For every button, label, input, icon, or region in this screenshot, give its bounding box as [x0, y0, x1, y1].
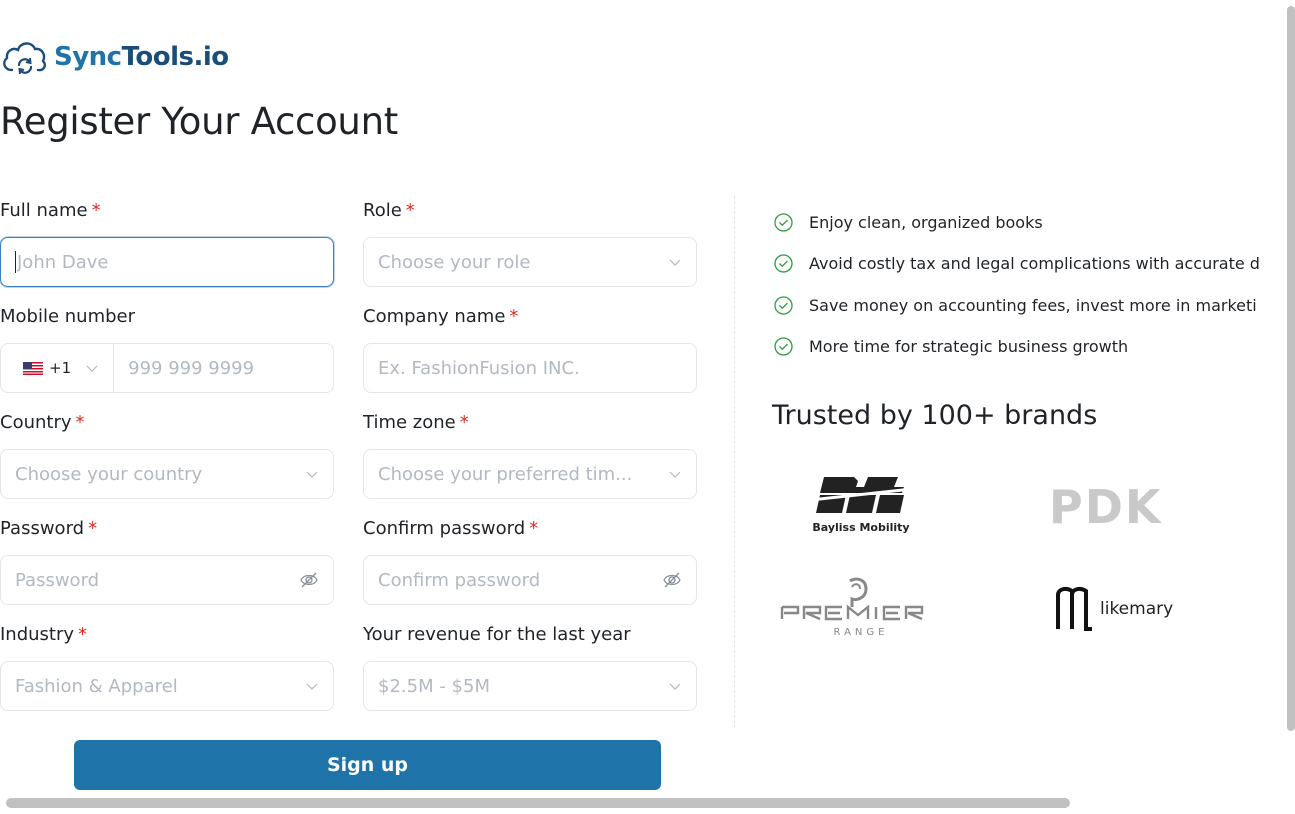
country-placeholder: Choose your country [15, 463, 203, 485]
benefit-text: Enjoy clean, organized books [809, 212, 1043, 232]
list-item: More time for strategic business growth [773, 333, 1278, 361]
full-name-label: Full name * [0, 200, 101, 221]
timezone-placeholder: Choose your preferred tim... [378, 463, 633, 485]
full-name-input[interactable] [17, 251, 319, 273]
cloud-sync-icon [3, 42, 46, 75]
likemary-text: likemary [1100, 599, 1174, 619]
eye-off-icon[interactable] [299, 570, 319, 590]
brand-name-sync: Sync [54, 42, 122, 72]
country-select[interactable]: Choose your country [0, 449, 334, 499]
brand-name: SyncTools.io [54, 42, 229, 72]
likemary-logo: likemary [1054, 585, 1173, 633]
bayliss-mobility-text: Bayliss Mobility [812, 521, 910, 534]
horizontal-scrollbar[interactable] [6, 798, 1070, 808]
country-field: Country * Choose your country [0, 411, 334, 499]
industry-field: Industry * Fashion & Apparel [0, 623, 334, 711]
check-circle-icon [774, 295, 793, 315]
brand-name-tools: Tools.io [121, 42, 230, 72]
chevron-down-icon [669, 471, 681, 478]
role-label: Role * [363, 200, 415, 221]
company-field: Company name * [363, 305, 697, 393]
text-cursor [15, 251, 16, 273]
mobile-label: Mobile number [0, 306, 136, 327]
full-name-input-box[interactable] [0, 237, 334, 287]
revenue-select[interactable]: $2.5M - $5M [363, 661, 697, 711]
timezone-label: Time zone * [363, 412, 469, 433]
logo: SyncTools.io [0, 36, 229, 78]
industry-label: Industry * [0, 624, 88, 645]
password-field: Password * [0, 517, 334, 605]
us-flag-icon [23, 361, 43, 375]
sign-up-button[interactable]: Sign up [74, 740, 661, 790]
confirm-password-input[interactable] [378, 569, 654, 591]
chevron-down-icon [669, 683, 681, 690]
confirm-password-input-box[interactable] [363, 555, 697, 605]
premier-range-subtext: RANGE [833, 627, 889, 638]
mobile-input[interactable]: 999 999 9999 [114, 358, 333, 379]
revenue-field: Your revenue for the last year $2.5M - $… [363, 623, 697, 711]
industry-value: Fashion & Apparel [15, 675, 178, 697]
pdk-logo: PDK [1049, 480, 1163, 534]
list-item: Save money on accounting fees, invest mo… [773, 291, 1278, 319]
full-name-field: Full name * [0, 199, 334, 287]
benefit-text: Save money on accounting fees, invest mo… [809, 295, 1257, 315]
check-circle-icon [774, 212, 793, 232]
check-circle-icon [774, 337, 793, 356]
company-input-box[interactable] [363, 343, 697, 393]
registration-page: SyncTools.io Register Your Account Full … [0, 0, 1295, 814]
trusted-heading: Trusted by 100+ brands [772, 400, 1098, 431]
bayliss-mobility-logo: Bayliss Mobility [806, 473, 916, 534]
confirm-password-field: Confirm password * [363, 517, 697, 605]
list-item: Enjoy clean, organized books [773, 208, 1278, 236]
country-code-select[interactable]: +1 [1, 344, 115, 392]
eye-off-icon[interactable] [662, 570, 682, 590]
chevron-down-icon [86, 365, 98, 372]
page-title: Register Your Account [0, 100, 398, 143]
chevron-down-icon [306, 471, 318, 478]
check-circle-icon [774, 254, 793, 273]
company-label: Company name * [363, 306, 519, 327]
password-label: Password * [0, 518, 98, 539]
role-select[interactable]: Choose your role [363, 237, 697, 287]
vertical-scrollbar[interactable] [1287, 6, 1295, 731]
mobile-field: Mobile number +1 999 999 9999 [0, 305, 334, 393]
revenue-value: $2.5M - $5M [378, 675, 490, 697]
country-label: Country * [0, 412, 85, 433]
chevron-down-icon [669, 259, 681, 266]
revenue-label: Your revenue for the last year [363, 624, 631, 645]
chevron-down-icon [306, 683, 318, 690]
country-code: +1 [49, 359, 72, 377]
company-input[interactable] [378, 357, 682, 379]
timezone-select[interactable]: Choose your preferred tim... [363, 449, 697, 499]
column-divider [734, 196, 735, 728]
role-field: Role * Choose your role [363, 199, 697, 287]
bm-mark-icon [806, 477, 916, 513]
benefits-list: Enjoy clean, organized books Avoid costl… [773, 208, 1278, 374]
mobile-input-box: +1 999 999 9999 [0, 343, 334, 393]
premier-range-logo: RANGE [780, 577, 942, 638]
timezone-field: Time zone * Choose your preferred tim... [363, 411, 697, 499]
role-placeholder: Choose your role [378, 251, 531, 273]
password-input[interactable] [15, 569, 291, 591]
password-input-box[interactable] [0, 555, 334, 605]
likemary-mark-icon [1056, 586, 1092, 631]
premier-range-mark-icon [780, 577, 924, 621]
confirm-password-label: Confirm password * [363, 518, 539, 539]
list-item: Avoid costly tax and legal complications… [773, 250, 1278, 278]
benefit-text: More time for strategic business growth [809, 337, 1129, 356]
benefit-text: Avoid costly tax and legal complications… [809, 254, 1260, 273]
industry-select[interactable]: Fashion & Apparel [0, 661, 334, 711]
